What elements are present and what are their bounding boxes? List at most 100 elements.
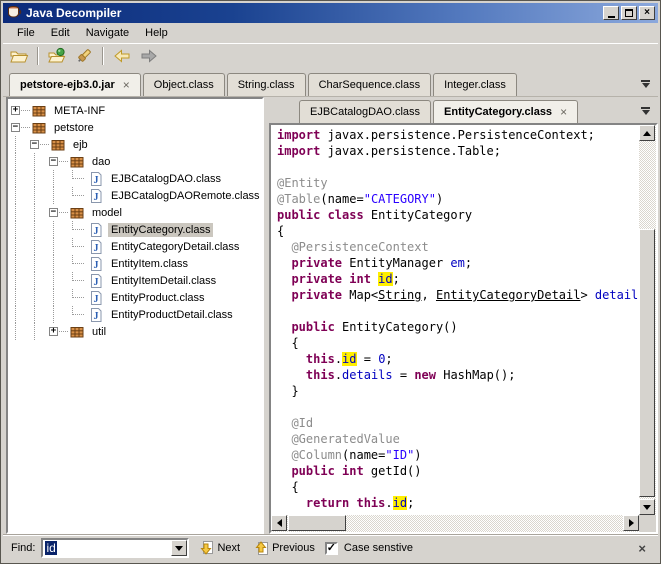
code-token: return this <box>306 496 385 510</box>
maximize-button[interactable] <box>621 6 637 20</box>
editor-tab[interactable]: EJBCatalogDAO.class <box>299 100 431 123</box>
code-token: public int <box>291 464 363 478</box>
tree-item-label: EntityProduct.class <box>108 291 208 305</box>
code-line: { <box>277 480 639 496</box>
close-button[interactable]: × <box>639 6 655 20</box>
forward-button[interactable] <box>137 45 161 67</box>
code-line: this.id = 0; <box>277 352 639 368</box>
code-line: { <box>277 336 639 352</box>
editor-tab-overflow-chevron-icon[interactable] <box>641 107 650 115</box>
open-folder-icon <box>9 46 29 66</box>
tree-indent-guide <box>49 306 68 323</box>
tree-item[interactable]: JEntityProduct.class <box>11 289 262 306</box>
type-link[interactable]: String <box>378 288 421 302</box>
type-link[interactable]: EntityCategoryDetail <box>436 288 581 302</box>
scroll-left-button[interactable] <box>271 515 287 531</box>
collapse-minus-icon[interactable]: − <box>49 157 58 166</box>
code-token: . <box>335 368 342 382</box>
toolbar-separator <box>102 47 104 65</box>
collapse-minus-icon[interactable]: − <box>30 140 39 149</box>
expand-plus-icon[interactable]: + <box>11 106 20 115</box>
code-token: import <box>277 144 320 158</box>
tree-indent-guide <box>49 272 68 289</box>
search-icon <box>74 46 94 66</box>
tree-item[interactable]: −petstore <box>11 119 262 136</box>
code-token: > <box>580 288 594 302</box>
search-button[interactable] <box>72 45 96 67</box>
code-token: this <box>306 352 335 366</box>
main-tab-label: String.class <box>238 79 295 91</box>
case-sensitive-checkbox[interactable]: ✓ <box>325 542 338 555</box>
up-arrow-icon <box>643 131 651 136</box>
editor-tab-bar: EJBCatalogDAO.classEntityCategory.class× <box>269 97 658 123</box>
main-tab[interactable]: petstore-ejb3.0.jar× <box>9 73 141 96</box>
editor-panel: EJBCatalogDAO.classEntityCategory.class×… <box>269 97 658 534</box>
code-token: details <box>342 368 393 382</box>
tree-item[interactable]: JEntityCategoryDetail.class <box>11 238 262 255</box>
tab-close-icon[interactable]: × <box>560 106 567 118</box>
collapse-minus-icon[interactable]: − <box>11 123 20 132</box>
find-history-dropdown-button[interactable] <box>171 540 187 556</box>
find-previous-button[interactable]: Previous <box>250 539 319 557</box>
tree-item[interactable]: −ejb <box>11 136 262 153</box>
main-tab[interactable]: Integer.class <box>433 73 517 96</box>
tree-item[interactable]: −dao <box>11 153 262 170</box>
find-input[interactable]: id <box>41 538 189 558</box>
main-tab[interactable]: String.class <box>227 73 306 96</box>
main-tab[interactable]: Object.class <box>143 73 225 96</box>
find-close-icon[interactable]: × <box>636 541 648 556</box>
menu-edit[interactable]: Edit <box>43 25 78 41</box>
open-type-button[interactable] <box>45 45 69 67</box>
menu-file[interactable]: File <box>9 25 43 41</box>
vertical-scroll-thumb[interactable] <box>639 229 655 497</box>
code-token: @PersistenceContext <box>291 240 428 254</box>
tree-item[interactable]: −model <box>11 204 262 221</box>
tree-item[interactable]: JEntityCategory.class <box>11 221 262 238</box>
class-file-icon: J <box>88 171 104 187</box>
open-file-button[interactable] <box>7 45 31 67</box>
tree-item-label: EntityCategory.class <box>108 223 213 237</box>
tree-indent-guide <box>30 306 49 323</box>
source-code[interactable]: import javax.persistence.PersistenceCont… <box>271 125 639 515</box>
code-token: @Column <box>291 448 342 462</box>
menu-navigate[interactable]: Navigate <box>78 25 137 41</box>
tree-indent-guide <box>11 323 30 340</box>
vertical-scrollbar[interactable] <box>639 125 656 515</box>
horizontal-scrollbar[interactable] <box>271 515 639 532</box>
find-next-button[interactable]: Next <box>195 539 244 557</box>
tab-overflow-chevron-icon[interactable] <box>641 80 650 88</box>
tab-close-icon[interactable]: × <box>123 79 130 91</box>
expand-plus-icon[interactable]: + <box>49 327 58 336</box>
tree-item[interactable]: JEJBCatalogDAO.class <box>11 170 262 187</box>
tree-item[interactable]: JEntityProductDetail.class <box>11 306 262 323</box>
collapse-minus-icon[interactable]: − <box>49 208 58 217</box>
code-token <box>277 240 291 254</box>
window-controls: × <box>603 6 655 20</box>
main-tab[interactable]: CharSequence.class <box>308 73 432 96</box>
back-button[interactable] <box>110 45 134 67</box>
tree-connector <box>68 221 87 238</box>
horizontal-scroll-thumb[interactable] <box>288 515 346 531</box>
code-line: return this.id; <box>277 496 639 512</box>
code-token <box>277 432 291 446</box>
tree-item[interactable]: JEntityItemDetail.class <box>11 272 262 289</box>
tree-item[interactable]: +util <box>11 323 262 340</box>
tree-indent-guide <box>11 187 30 204</box>
tree-item[interactable]: JEJBCatalogDAORemote.class <box>11 187 262 204</box>
tree-indent-guide <box>49 238 68 255</box>
tree-item[interactable]: +META-INF <box>11 102 262 119</box>
minimize-button[interactable] <box>603 6 619 20</box>
tree-item[interactable]: JEntityItem.class <box>11 255 262 272</box>
code-token: @Table <box>277 192 320 206</box>
tree-connector <box>68 289 87 306</box>
svg-text:J: J <box>94 260 99 271</box>
code-line: @Entity <box>277 176 639 192</box>
class-file-icon: J <box>88 307 104 323</box>
scroll-right-button[interactable] <box>623 515 639 531</box>
code-token: . <box>385 496 392 510</box>
scroll-up-button[interactable] <box>639 125 655 141</box>
find-bar: Find: id Next Previous ✓ Case senstive × <box>3 534 658 561</box>
editor-tab[interactable]: EntityCategory.class× <box>433 100 578 123</box>
scroll-down-button[interactable] <box>639 499 655 515</box>
menu-help[interactable]: Help <box>137 25 176 41</box>
